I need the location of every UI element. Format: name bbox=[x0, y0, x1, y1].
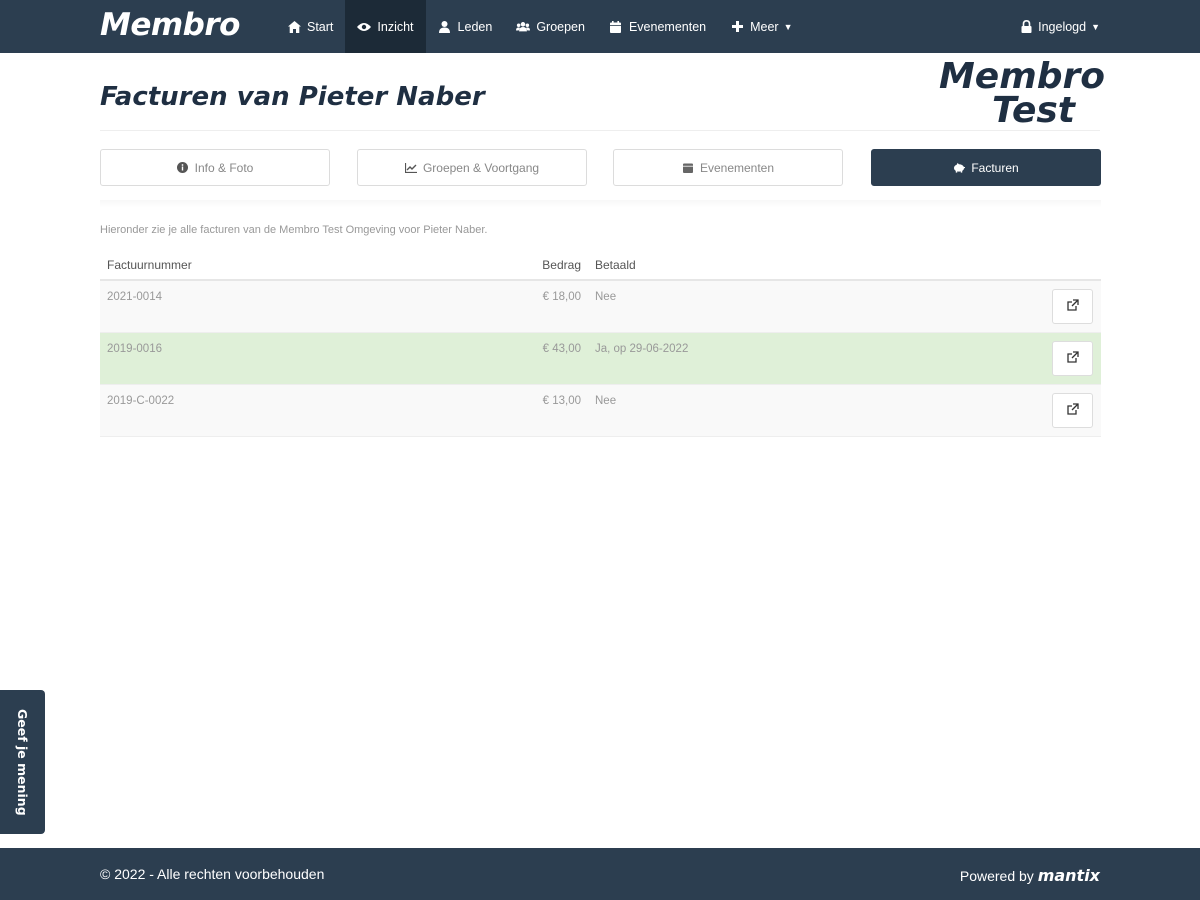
invoice-paid-status: Ja, op 29-06-2022 bbox=[595, 343, 689, 355]
external-link-icon bbox=[1066, 403, 1079, 418]
invoice-amount: € 18,00 bbox=[542, 291, 581, 303]
footer: © 2022 - Alle rechten voorbehouden Power… bbox=[0, 848, 1200, 900]
invoice-paid-status: Nee bbox=[595, 291, 617, 303]
invoices-table: Factuurnummer Bedrag Betaald 2021-0014 €… bbox=[100, 252, 1101, 437]
eye-icon bbox=[357, 20, 372, 34]
calendar-icon bbox=[609, 20, 623, 34]
copyright-text: © 2022 - Alle rechten voorbehouden bbox=[100, 866, 325, 882]
tab-label: Info & Foto bbox=[194, 160, 254, 175]
invoice-number: 2019-0016 bbox=[107, 343, 162, 355]
membro-test-logo: Membro Test bbox=[930, 56, 1105, 131]
line-chart-icon bbox=[404, 162, 417, 174]
powered-by[interactable]: Powered by mantix bbox=[960, 866, 1100, 885]
open-invoice-button[interactable] bbox=[1052, 341, 1093, 376]
nav-item-inzicht[interactable]: Inzicht bbox=[345, 0, 426, 53]
logo-line-2: Test bbox=[992, 90, 1075, 131]
user-menu-label: Ingelogd bbox=[1038, 19, 1087, 34]
tab-label: Facturen bbox=[971, 160, 1019, 175]
caret-down-icon: ▼ bbox=[783, 21, 793, 32]
powered-by-label: Powered by bbox=[959, 868, 1034, 884]
nav-items: Start Inzicht Leden Groepen Evenementen bbox=[275, 0, 805, 53]
column-header-amount: Bedrag bbox=[542, 258, 581, 272]
invoice-amount: € 43,00 bbox=[542, 343, 581, 355]
page-title: Facturen van Pieter Naber bbox=[100, 82, 485, 112]
nav-label-groepen: Groepen bbox=[536, 19, 585, 34]
open-invoice-button[interactable] bbox=[1052, 289, 1093, 324]
invoice-paid-status: Nee bbox=[595, 395, 617, 407]
open-invoice-button[interactable] bbox=[1052, 393, 1093, 428]
tabs-separator bbox=[100, 200, 1101, 208]
invoice-number: 2021-0014 bbox=[107, 291, 162, 303]
profile-tabs: Info & Foto Groepen & Voortgang Evenemen… bbox=[100, 149, 1101, 186]
piggy-bank-icon bbox=[953, 162, 966, 174]
calendar-icon bbox=[682, 162, 694, 174]
tab-label: Groepen & Voortgang bbox=[422, 160, 540, 175]
tab-facturen[interactable]: Facturen bbox=[871, 149, 1101, 186]
nav-label-leden: Leden bbox=[457, 19, 493, 34]
nav-label-meer: Meer bbox=[750, 19, 779, 34]
nav-item-start[interactable]: Start bbox=[275, 0, 345, 53]
tab-evenementen[interactable]: Evenementen bbox=[613, 149, 843, 186]
nav-item-leden[interactable]: Leden bbox=[426, 0, 505, 53]
user-menu[interactable]: Ingelogd ▼ bbox=[1020, 0, 1100, 53]
table-header: Factuurnummer Bedrag Betaald bbox=[100, 252, 1101, 281]
home-icon bbox=[287, 20, 301, 34]
column-header-paid: Betaald bbox=[595, 258, 636, 272]
invoice-amount: € 13,00 bbox=[542, 395, 581, 407]
table-row: 2021-0014 € 18,00 Nee bbox=[100, 281, 1101, 333]
top-navbar: Membro Start Inzicht Leden Groepen Evene… bbox=[0, 0, 1200, 53]
users-icon bbox=[516, 20, 531, 34]
caret-down-icon: ▼ bbox=[1091, 21, 1100, 32]
nav-item-groepen[interactable]: Groepen bbox=[504, 0, 597, 53]
invoice-number: 2019-C-0022 bbox=[107, 395, 175, 407]
mantix-logo: mantix bbox=[1037, 866, 1100, 885]
feedback-button[interactable]: Geef je mening bbox=[0, 690, 45, 834]
tab-label: Evenementen bbox=[699, 160, 775, 175]
invoices-intro: Hieronder zie je alle facturen van de Me… bbox=[100, 224, 488, 236]
nav-label-start: Start bbox=[307, 19, 334, 34]
column-header-number: Factuurnummer bbox=[107, 258, 192, 272]
table-row: 2019-0016 € 43,00 Ja, op 29-06-2022 bbox=[100, 333, 1101, 385]
logo-line-1: Membro bbox=[938, 56, 1105, 97]
external-link-icon bbox=[1066, 351, 1079, 366]
nav-label-inzicht: Inzicht bbox=[377, 19, 414, 34]
header-divider bbox=[100, 130, 1100, 131]
external-link-icon bbox=[1066, 299, 1079, 314]
brand-logo[interactable]: Membro bbox=[100, 7, 240, 43]
nav-item-meer[interactable]: Meer ▼ bbox=[718, 0, 804, 53]
info-circle-icon bbox=[177, 162, 189, 174]
nav-label-evenementen: Evenementen bbox=[628, 19, 707, 34]
tab-groepen-voortgang[interactable]: Groepen & Voortgang bbox=[357, 149, 587, 186]
feedback-label: Geef je mening bbox=[15, 708, 30, 816]
lock-icon bbox=[1020, 20, 1032, 34]
table-row: 2019-C-0022 € 13,00 Nee bbox=[100, 385, 1101, 437]
tab-info-foto[interactable]: Info & Foto bbox=[100, 149, 330, 186]
user-icon bbox=[438, 20, 452, 34]
plus-icon bbox=[730, 20, 744, 34]
nav-item-evenementen[interactable]: Evenementen bbox=[597, 0, 718, 53]
